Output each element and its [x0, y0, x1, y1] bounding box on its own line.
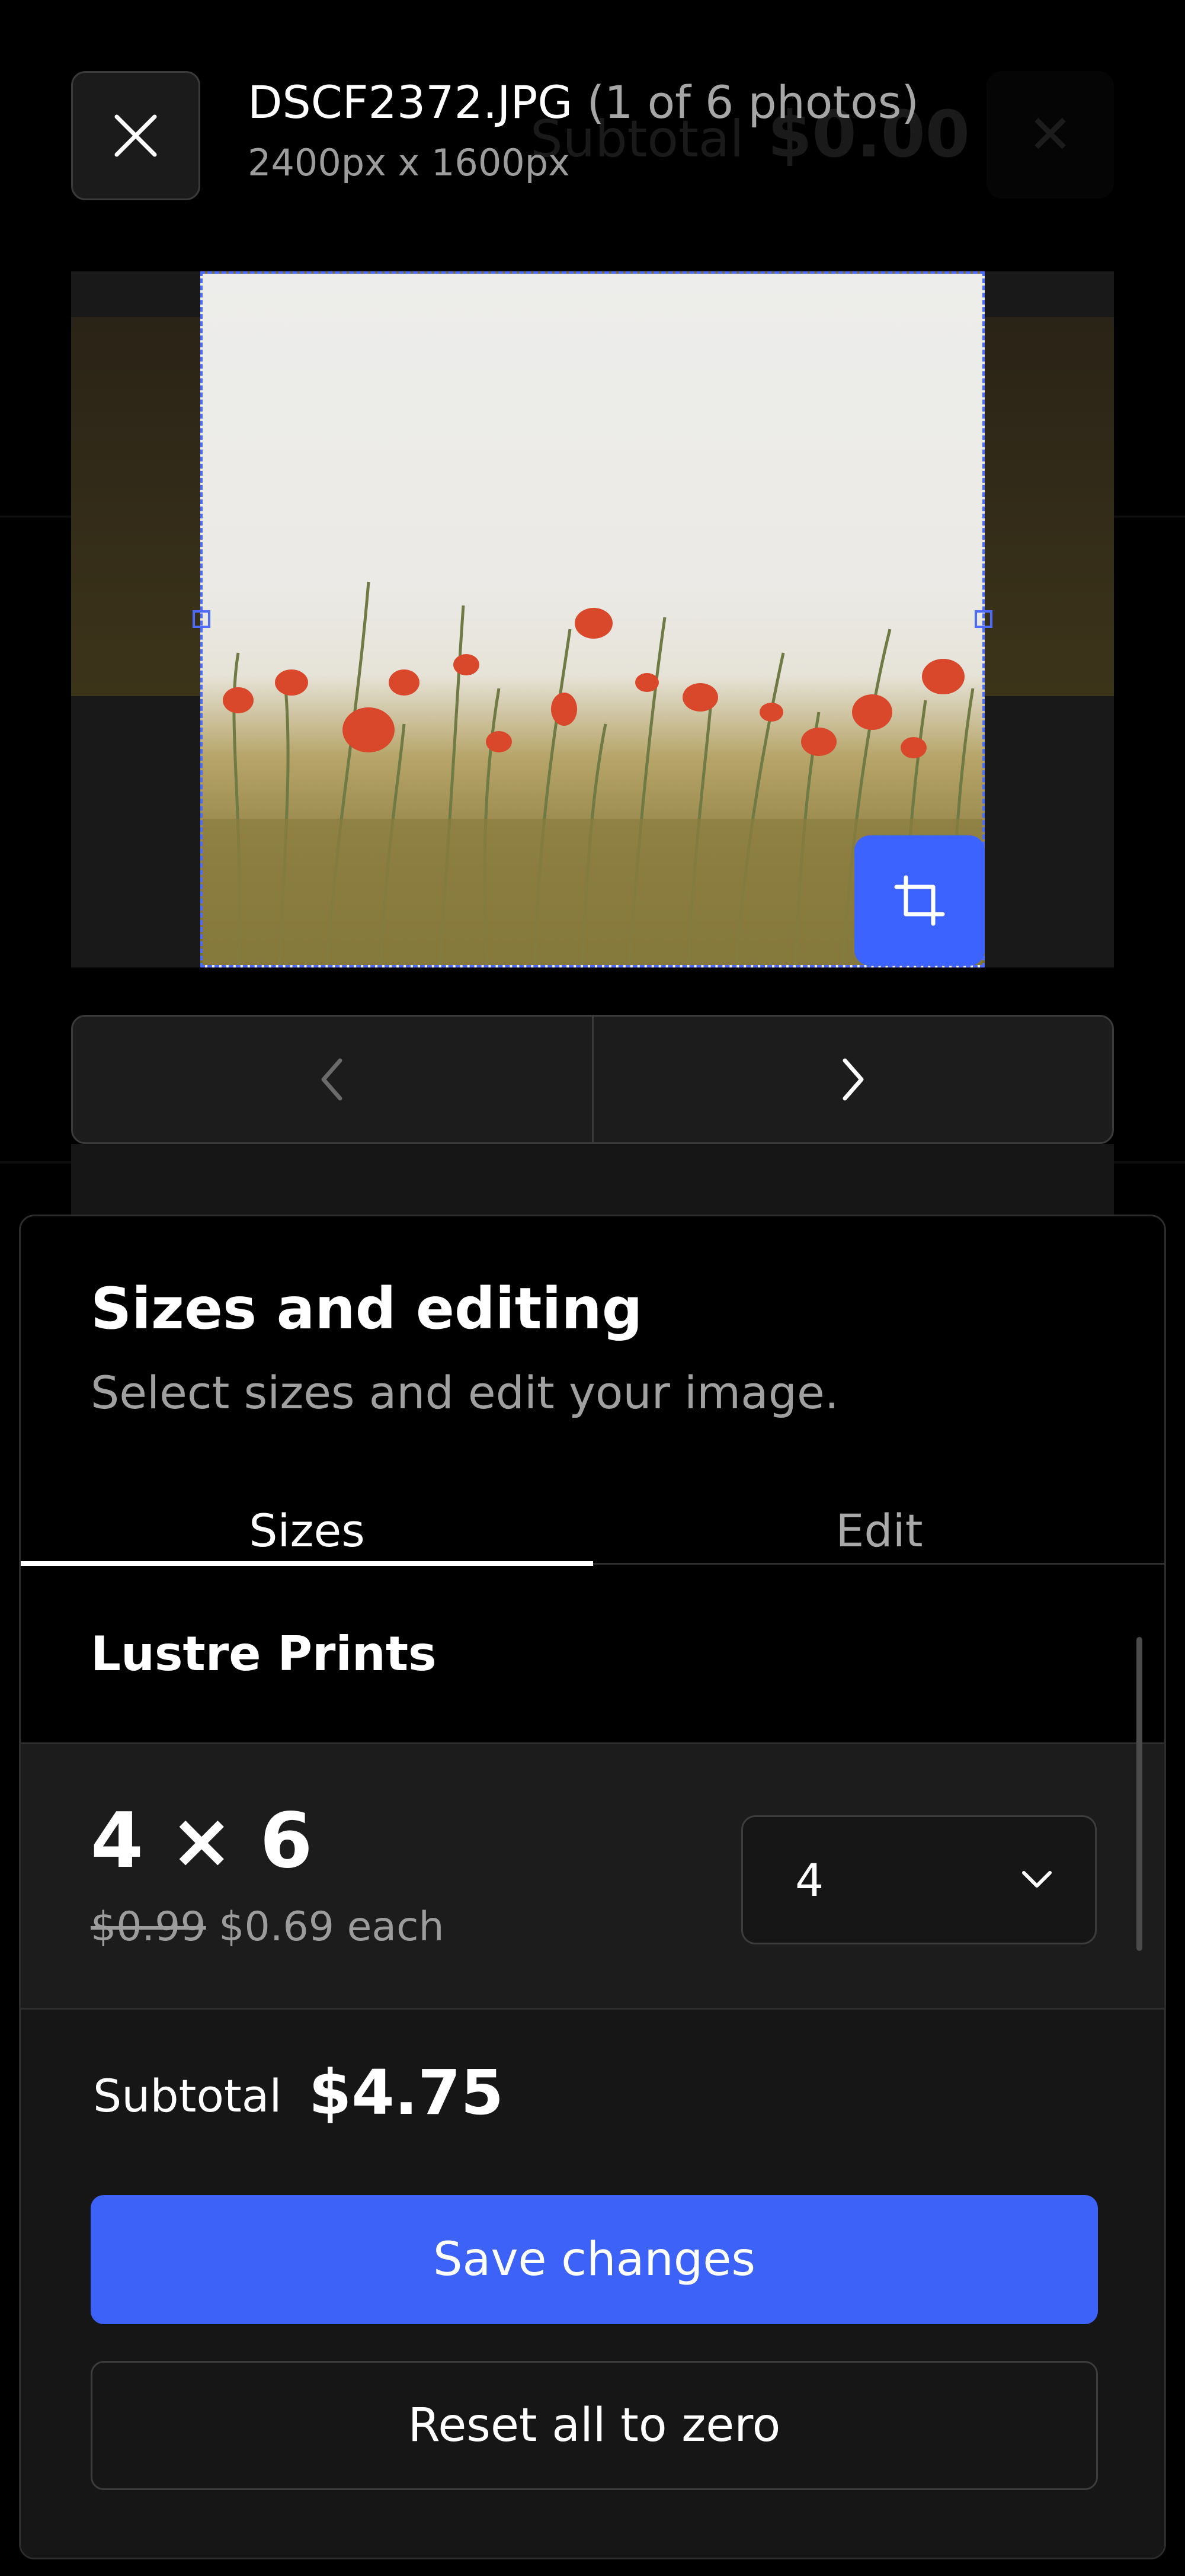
crop-button[interactable] [854, 835, 985, 966]
crop-icon [894, 875, 945, 926]
chevron-right-icon [843, 1058, 864, 1101]
close-button[interactable] [71, 71, 200, 200]
section-title: Lustre Prints [91, 1626, 437, 1681]
background-close-icon: ✕ [987, 71, 1114, 198]
save-changes-button[interactable]: Save changes [91, 2195, 1098, 2324]
previous-photo-button[interactable] [73, 1017, 592, 1142]
subtotal-label: Subtotal [93, 2069, 282, 2122]
sheet-subtitle: Select sizes and edit your image. [91, 1366, 839, 1419]
quantity-select[interactable]: 4 [741, 1815, 1097, 1944]
scrollbar[interactable] [1136, 1637, 1142, 1951]
close-icon [114, 114, 157, 157]
old-price: $0.99 [91, 1904, 206, 1950]
background-image-strip [71, 1144, 1114, 1215]
file-dimensions: 2400px x 1600px [248, 141, 570, 184]
size-name: 4 × 6 [91, 1797, 313, 1885]
file-name: DSCF2372.JPG [248, 76, 573, 129]
crop-handle-right[interactable] [975, 610, 992, 628]
sheet-title: Sizes and editing [91, 1276, 643, 1342]
next-photo-button[interactable] [591, 1017, 1113, 1142]
chevron-down-icon [1022, 1871, 1052, 1888]
chevron-left-icon [321, 1058, 342, 1101]
sizes-editing-sheet: Sizes and editing Select sizes and edit … [19, 1215, 1166, 2559]
tab-sizes[interactable]: Sizes [21, 1465, 593, 1595]
tab-active-indicator [21, 1561, 593, 1566]
size-price: $0.99 $0.69 each [91, 1904, 444, 1950]
tab-edit[interactable]: Edit [593, 1465, 1164, 1595]
current-price: $0.69 each [219, 1904, 444, 1950]
file-title: DSCF2372.JPG (1 of 6 photos) [248, 76, 919, 129]
image-pager [71, 1015, 1114, 1144]
photo-count: (1 of 6 photos) [587, 76, 919, 129]
crop-handle-left[interactable] [193, 610, 210, 628]
image-overflow-right [985, 317, 1114, 696]
subtotal-value: $4.75 [309, 2056, 504, 2129]
reset-all-button[interactable]: Reset all to zero [91, 2361, 1098, 2490]
quantity-value: 4 [795, 1853, 824, 1907]
image-overflow-left [71, 317, 200, 696]
